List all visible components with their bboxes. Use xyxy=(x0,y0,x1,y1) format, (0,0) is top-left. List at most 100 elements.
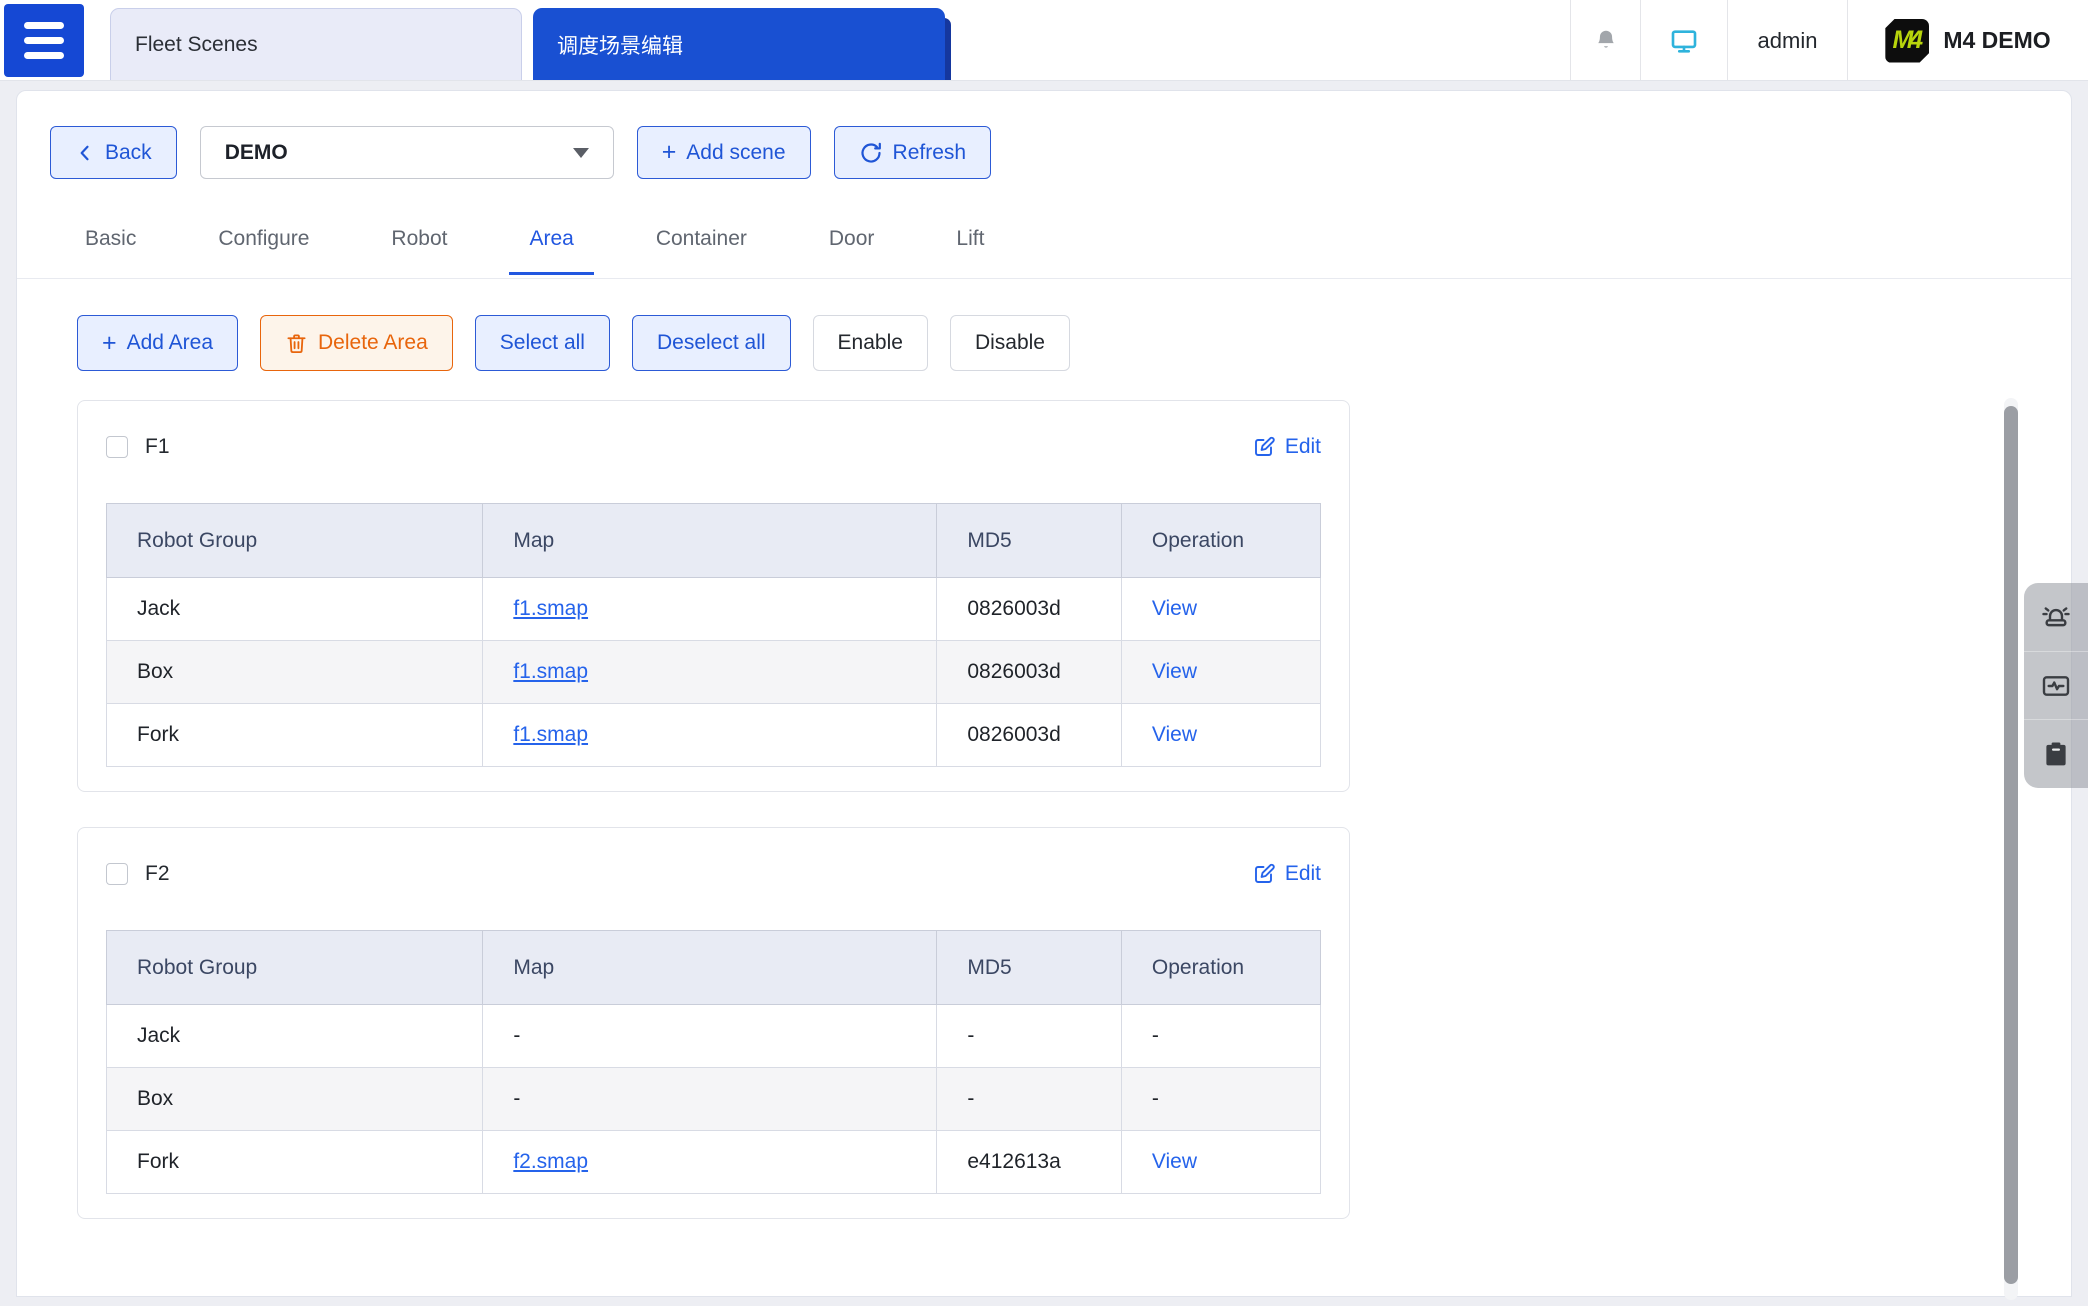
edit-button[interactable]: Edit xyxy=(1252,862,1321,886)
area-cards: F1 Edit Robot Group Map MD5 Operation Jack f… xyxy=(17,400,2071,1219)
cell-md5: 0826003d xyxy=(936,577,1122,641)
map-link[interactable]: f1.smap xyxy=(513,660,588,683)
column-header: Robot Group xyxy=(105,503,484,578)
area-table: Robot Group Map MD5 Operation Jack - - - Box - - -… xyxy=(105,930,1322,1194)
table-row: Jack - - - xyxy=(105,1004,1322,1068)
column-header: MD5 xyxy=(936,930,1122,1005)
area-checkbox[interactable] xyxy=(106,863,128,885)
table-header-row: Robot Group Map MD5 Operation xyxy=(105,503,1322,578)
cell-operation: - xyxy=(1120,1067,1322,1131)
view-link[interactable]: View xyxy=(1152,723,1197,746)
map-link[interactable]: f1.smap xyxy=(513,723,588,746)
plus-icon: + xyxy=(661,138,677,166)
area-card-header: F2 Edit xyxy=(106,862,1321,886)
notification-button[interactable] xyxy=(1570,0,1640,80)
view-link[interactable]: View xyxy=(1152,597,1197,620)
table-header-row: Robot Group Map MD5 Operation xyxy=(105,930,1322,1005)
refresh-button[interactable]: Refresh xyxy=(833,126,992,179)
nav-tabs: Basic Configure Robot Area Container Doo… xyxy=(17,221,2071,279)
column-header: Robot Group xyxy=(105,930,484,1005)
column-header: Operation xyxy=(1120,930,1322,1005)
cell-map: - xyxy=(482,1004,938,1068)
siren-icon xyxy=(2042,607,2070,627)
cell-robot-group: Box xyxy=(105,640,484,704)
table-row: Box f1.smap 0826003d View xyxy=(105,640,1322,704)
activity-monitor-icon xyxy=(2042,675,2070,696)
brand-area: M4 M4 DEMO xyxy=(1847,0,2088,80)
edit-icon xyxy=(1254,863,1275,883)
tab-scene-editor[interactable]: 调度场景编辑 xyxy=(533,8,945,80)
tab-configure[interactable]: Configure xyxy=(198,221,329,275)
column-header: Map xyxy=(482,503,938,578)
cell-robot-group: Fork xyxy=(105,703,484,767)
column-header: Map xyxy=(482,930,938,1005)
cell-map: f1.smap xyxy=(482,703,938,767)
select-all-label: Select all xyxy=(499,331,585,354)
tab-area[interactable]: Area xyxy=(509,221,594,275)
table-row: Box - - - xyxy=(105,1067,1322,1131)
cell-map: f1.smap xyxy=(482,640,938,704)
toolbar: Back DEMO + Add scene Refresh xyxy=(17,91,2071,179)
cell-map: f1.smap xyxy=(482,577,938,641)
alarm-tool-button[interactable] xyxy=(2024,583,2088,651)
clipboard-tool-button[interactable] xyxy=(2024,719,2088,788)
cell-md5: 0826003d xyxy=(936,703,1122,767)
cell-operation: View xyxy=(1120,703,1322,767)
trash-icon xyxy=(287,333,306,353)
table-row: Jack f1.smap 0826003d View xyxy=(105,577,1322,641)
plus-icon: + xyxy=(102,328,117,357)
username: admin xyxy=(1757,27,1818,53)
user-menu[interactable]: admin xyxy=(1727,0,1847,80)
main-panel: Back DEMO + Add scene Refresh Basic Conf… xyxy=(16,90,2072,1297)
tab-container[interactable]: Container xyxy=(636,221,767,275)
delete-area-button[interactable]: Delete Area xyxy=(260,315,453,371)
add-area-label: Add Area xyxy=(126,331,214,354)
delete-area-label: Delete Area xyxy=(318,331,428,354)
deselect-all-button[interactable]: Deselect all xyxy=(631,315,791,371)
cell-robot-group: Jack xyxy=(105,1004,484,1068)
tab-fleet-scenes[interactable]: Fleet Scenes xyxy=(110,8,522,80)
view-link[interactable]: View xyxy=(1152,1150,1197,1173)
monitor-button[interactable] xyxy=(1640,0,1727,80)
tab-lift[interactable]: Lift xyxy=(936,221,1004,275)
add-scene-button[interactable]: + Add scene xyxy=(636,126,811,179)
tab-label: Fleet Scenes xyxy=(135,32,258,56)
table-row: Fork f1.smap 0826003d View xyxy=(105,703,1322,767)
edit-label: Edit xyxy=(1284,435,1321,458)
topbar-right: admin M4 M4 DEMO xyxy=(1570,0,2088,80)
back-label: Back xyxy=(105,140,152,164)
scene-select[interactable]: DEMO xyxy=(199,126,614,179)
scene-select-value: DEMO xyxy=(224,140,288,164)
back-button[interactable]: Back xyxy=(50,126,177,179)
disable-button[interactable]: Disable xyxy=(949,315,1070,371)
column-header: Operation xyxy=(1120,503,1322,578)
tab-label: 调度场景编辑 xyxy=(557,34,683,58)
chevron-left-icon xyxy=(80,145,89,160)
scrollbar-thumb[interactable] xyxy=(2004,406,2018,1284)
cell-operation: View xyxy=(1120,640,1322,704)
hamburger-menu-icon[interactable] xyxy=(4,4,84,77)
select-all-button[interactable]: Select all xyxy=(474,315,610,371)
refresh-icon xyxy=(861,142,881,163)
area-checkbox[interactable] xyxy=(106,436,128,458)
add-area-button[interactable]: + Add Area xyxy=(77,315,239,371)
chevron-down-icon xyxy=(572,147,589,158)
map-link[interactable]: f2.smap xyxy=(513,1150,588,1173)
top-bar: Fleet Scenes 调度场景编辑 admin M4 M4 DEMO xyxy=(0,0,2088,81)
edit-button[interactable]: Edit xyxy=(1252,435,1321,459)
cell-md5: - xyxy=(936,1004,1122,1068)
enable-button[interactable]: Enable xyxy=(812,315,928,371)
floating-tool-panel xyxy=(2024,583,2088,788)
view-link[interactable]: View xyxy=(1152,660,1197,683)
tab-basic[interactable]: Basic xyxy=(65,221,156,275)
table-row: Fork f2.smap e412613a View xyxy=(105,1130,1322,1194)
area-table: Robot Group Map MD5 Operation Jack f1.smap 08… xyxy=(105,503,1322,767)
add-scene-label: Add scene xyxy=(686,140,786,164)
cell-md5: e412613a xyxy=(936,1130,1122,1194)
tab-robot[interactable]: Robot xyxy=(371,221,467,275)
tab-door[interactable]: Door xyxy=(809,221,895,275)
map-link[interactable]: f1.smap xyxy=(513,597,588,620)
enable-label: Enable xyxy=(837,331,903,354)
cell-operation: View xyxy=(1120,577,1322,641)
monitor-activity-tool-button[interactable] xyxy=(2024,650,2088,720)
